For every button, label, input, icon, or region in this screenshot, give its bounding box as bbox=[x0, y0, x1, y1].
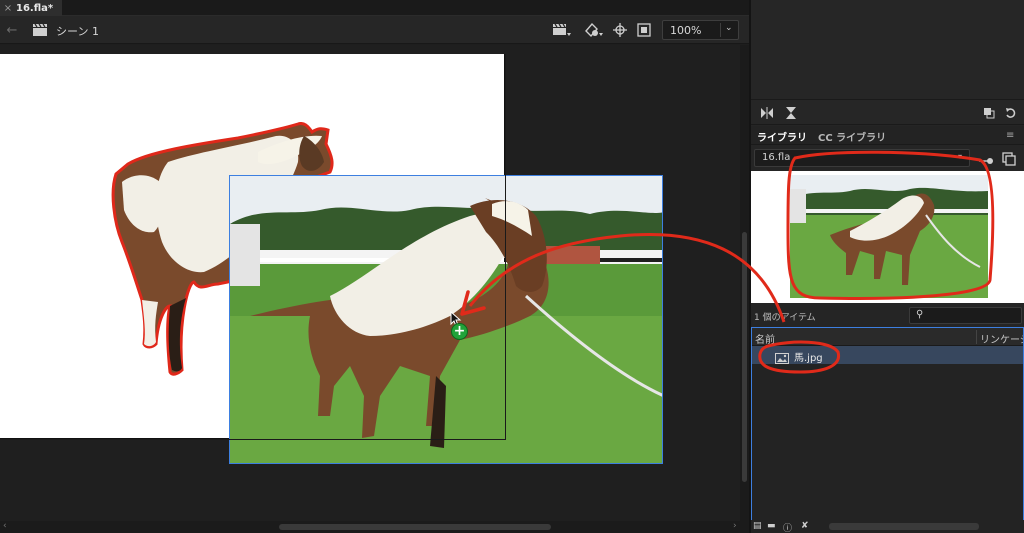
delete-icon[interactable]: ✘ bbox=[801, 521, 809, 531]
stage-area[interactable]: + bbox=[0, 45, 740, 521]
pin-library-icon[interactable] bbox=[978, 152, 994, 164]
library-item-list[interactable]: 名前 リンケージ 馬.jpg bbox=[751, 327, 1024, 523]
chevron-down-icon[interactable]: ▾ bbox=[958, 152, 962, 161]
scroll-right-icon[interactable]: › bbox=[733, 521, 737, 531]
image-icon bbox=[775, 349, 789, 368]
swatches-icon[interactable] bbox=[981, 105, 997, 121]
library-document-value: 16.fla bbox=[762, 152, 791, 163]
tab-cc-library[interactable]: CC ライブラリ bbox=[818, 129, 886, 144]
document-tab-title: 16.fla* bbox=[16, 2, 54, 14]
tab-library[interactable]: ライブラリ bbox=[757, 129, 807, 144]
scroll-left-icon[interactable]: ‹ bbox=[3, 521, 7, 531]
chevron-down-icon[interactable]: ⌄ bbox=[725, 23, 733, 33]
library-item-name: 馬.jpg bbox=[794, 353, 823, 364]
library-item-row[interactable]: 馬.jpg bbox=[752, 346, 1023, 364]
column-name-header[interactable]: 名前 bbox=[755, 331, 775, 346]
right-panel: ライブラリ CC ライブラリ ≡ 16.fla ▾ 1 個のアイテム ⚲ 名前 … bbox=[751, 0, 1024, 533]
new-library-panel-icon[interactable] bbox=[1002, 151, 1018, 167]
library-tab-bar: ライブラリ CC ライブラリ ≡ bbox=[751, 126, 1024, 145]
edit-symbols-icon[interactable] bbox=[583, 21, 605, 39]
dragged-image-preview bbox=[229, 175, 663, 464]
library-search-input[interactable]: ⚲ bbox=[909, 307, 1022, 324]
align-icon[interactable] bbox=[759, 105, 775, 121]
library-preview bbox=[751, 171, 1024, 303]
scroll-thumb[interactable] bbox=[279, 524, 551, 530]
clip-content-icon[interactable] bbox=[633, 21, 655, 39]
properties-icon[interactable]: ⓘ bbox=[783, 521, 792, 533]
search-icon: ⚲ bbox=[916, 309, 924, 320]
transform-icon[interactable] bbox=[783, 105, 799, 121]
column-separator[interactable] bbox=[976, 330, 977, 344]
properties-panel-area bbox=[751, 0, 1024, 100]
library-bottom-bar: ▤ ▬ ⓘ ✘ bbox=[751, 520, 1024, 533]
undo-history-icon[interactable] bbox=[1003, 105, 1019, 121]
panel-icon-bar bbox=[751, 100, 1024, 125]
scroll-thumb[interactable] bbox=[742, 232, 747, 482]
zoom-value: 100% bbox=[670, 24, 702, 37]
close-tab-icon[interactable]: × bbox=[0, 3, 16, 14]
panel-menu-icon[interactable]: ≡ bbox=[1006, 130, 1014, 141]
library-document-select[interactable]: 16.fla ▾ bbox=[754, 149, 970, 167]
zoom-select[interactable]: 100% ⌄ bbox=[662, 20, 739, 40]
column-linkage-header[interactable]: リンケージ bbox=[980, 331, 1023, 346]
stage-vertical-scrollbar[interactable] bbox=[740, 45, 749, 521]
stage-toolbar: ← シーン 1 100% ⌄ bbox=[0, 16, 749, 44]
back-arrow-icon[interactable]: ← bbox=[4, 22, 20, 38]
center-stage-icon[interactable] bbox=[609, 21, 631, 39]
library-column-header: 名前 リンケージ bbox=[752, 328, 1023, 346]
scene-label[interactable]: シーン 1 bbox=[56, 23, 99, 39]
document-tab[interactable]: × 16.fla* bbox=[0, 0, 62, 16]
new-symbol-icon[interactable]: ▤ bbox=[753, 521, 762, 531]
stage-horizontal-scrollbar[interactable]: ‹ › bbox=[0, 521, 749, 533]
item-count-text: 1 個のアイテム bbox=[754, 313, 816, 323]
zoom-separator bbox=[720, 23, 721, 37]
library-scroll-thumb[interactable] bbox=[829, 523, 979, 530]
preview-image bbox=[790, 175, 988, 298]
document-tab-bar: × 16.fla* bbox=[0, 0, 749, 16]
new-folder-icon[interactable]: ▬ bbox=[767, 521, 776, 531]
add-copy-icon: + bbox=[451, 323, 468, 340]
library-item-count-row: 1 個のアイテム ⚲ bbox=[751, 307, 1024, 325]
edit-scene-icon[interactable] bbox=[551, 21, 573, 39]
clapperboard-icon[interactable] bbox=[31, 22, 49, 38]
